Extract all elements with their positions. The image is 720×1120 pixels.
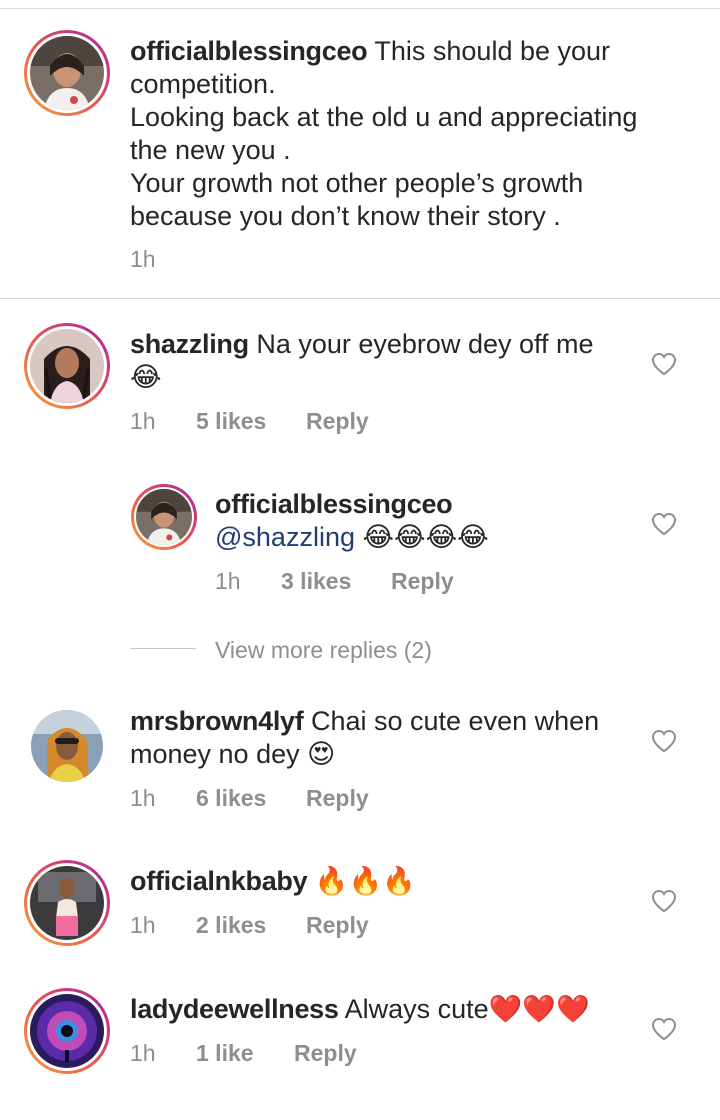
top-divider: [0, 8, 720, 9]
comment-text: Always cute: [344, 994, 489, 1024]
comment-body: @shazzling 😂😂😂😂: [215, 521, 489, 554]
comment-text: money no dey: [130, 739, 300, 769]
comment-meta: 1h: [130, 244, 156, 274]
comment-text-line: because you don’t know their story .: [130, 201, 561, 231]
comment-username[interactable]: officialblessingceo: [130, 36, 368, 66]
comment-likes[interactable]: 3 likes: [281, 566, 391, 596]
comment-text: This should be your: [374, 36, 611, 66]
comment-body: officialnkbaby 🔥🔥🔥: [130, 865, 650, 898]
comment-username[interactable]: officialblessingceo: [215, 488, 453, 521]
avatar[interactable]: [131, 484, 197, 550]
avatar[interactable]: [31, 710, 103, 782]
reply-button[interactable]: Reply: [391, 566, 454, 596]
avatar[interactable]: [24, 30, 110, 116]
view-more-divider: [130, 648, 196, 649]
comment-username[interactable]: shazzling: [130, 329, 249, 359]
comment-text: Na your eyebrow dey off me: [256, 329, 594, 359]
comment-meta: 1h 2 likes Reply: [130, 910, 369, 940]
comment-body: ladydeewellness Always cute❤️❤️❤️: [130, 993, 650, 1026]
comment-emoji: 🔥🔥🔥: [314, 866, 416, 896]
heart-outline-icon[interactable]: [651, 889, 677, 913]
comment-meta: 1h 1 like Reply: [130, 1038, 357, 1068]
heart-outline-icon[interactable]: [651, 512, 677, 536]
comment-text-line: money no dey 😍: [130, 738, 335, 771]
comment-text-line: competition.: [130, 69, 276, 99]
reply-button[interactable]: Reply: [306, 783, 369, 813]
comment-body: mrsbrown4lyf Chai so cute even when: [130, 705, 650, 738]
comment-body: shazzling Na your eyebrow dey off me: [130, 328, 650, 361]
comment-time: 1h: [130, 246, 156, 272]
comment-likes[interactable]: 5 likes: [196, 406, 306, 436]
avatar[interactable]: [24, 988, 110, 1074]
comment-time: 1h: [130, 912, 156, 938]
comment-text-line: the new you .: [130, 135, 291, 165]
comment-emoji: 😍: [307, 739, 336, 769]
comment-likes[interactable]: 2 likes: [196, 910, 306, 940]
avatar[interactable]: [24, 323, 110, 409]
comment-time: 1h: [130, 785, 156, 811]
comment-meta: 1h 3 likes Reply: [215, 566, 454, 596]
heart-outline-icon[interactable]: [651, 729, 677, 753]
comment-likes[interactable]: 6 likes: [196, 783, 306, 813]
heart-outline-icon[interactable]: [651, 352, 677, 376]
comment-username[interactable]: mrsbrown4lyf: [130, 706, 304, 736]
comment-emoji: 😂: [130, 362, 162, 392]
comment-emoji: 😂😂😂😂: [362, 522, 489, 552]
comment-body: officialblessingceo This should be your: [130, 35, 690, 68]
comment-time: 1h: [215, 568, 241, 594]
comment-likes[interactable]: 1 like: [196, 1038, 294, 1068]
reply-button[interactable]: Reply: [306, 910, 369, 940]
reply-button[interactable]: Reply: [294, 1038, 357, 1068]
comment-meta: 1h 6 likes Reply: [130, 783, 369, 813]
caption-divider: [0, 298, 720, 299]
comment-text: Chai so cute even when: [310, 706, 600, 736]
comment-text-line: Your growth not other people’s growth: [130, 168, 584, 198]
reply-button[interactable]: Reply: [306, 406, 369, 436]
comment-meta: 1h 5 likes Reply: [130, 406, 369, 436]
comment-username[interactable]: ladydeewellness: [130, 994, 339, 1024]
avatar[interactable]: [24, 860, 110, 946]
comment-text-line: Looking back at the old u and appreciati…: [130, 102, 638, 132]
mention-link[interactable]: @shazzling: [215, 522, 355, 552]
comment-time: 1h: [130, 1040, 156, 1066]
view-more-replies-button[interactable]: View more replies (2): [215, 636, 432, 664]
comment-emoji: ❤️❤️❤️: [488, 994, 590, 1024]
comment-username[interactable]: officialnkbaby: [130, 866, 308, 896]
comment-time: 1h: [130, 408, 156, 434]
heart-outline-icon[interactable]: [651, 1017, 677, 1041]
